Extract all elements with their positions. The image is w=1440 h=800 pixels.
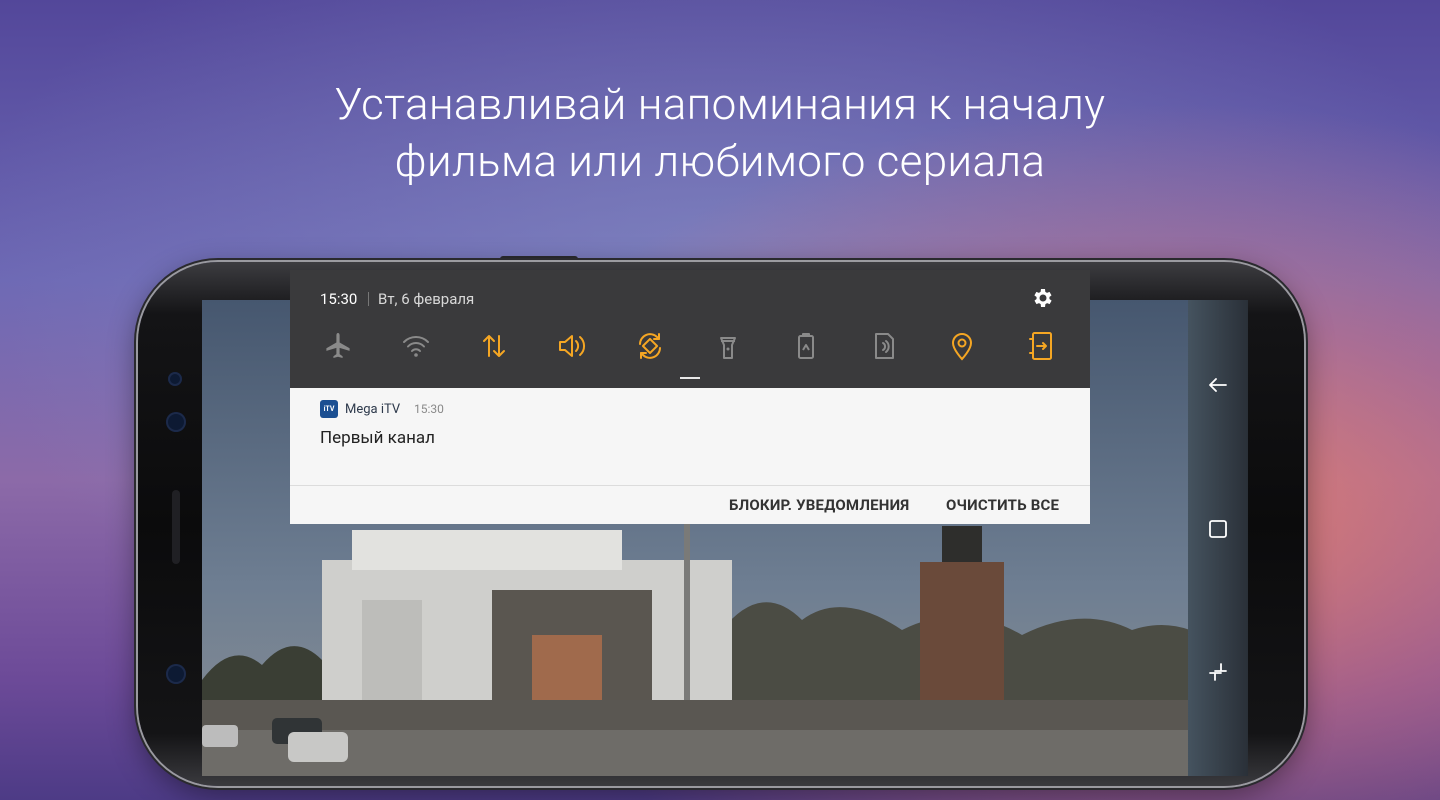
- sound-icon[interactable]: [556, 330, 588, 362]
- phone-iris-sensor: [166, 664, 186, 684]
- location-icon[interactable]: [946, 330, 978, 362]
- clear-all-button[interactable]: ОЧИСТИТЬ ВСЕ: [946, 496, 1059, 514]
- status-separator: [368, 292, 369, 306]
- promo-headline: Устанавливай напоминания к началу фильма…: [0, 76, 1440, 190]
- shade-drag-handle[interactable]: [680, 377, 700, 379]
- phone-speaker-grille: [172, 490, 180, 564]
- settings-gear-icon[interactable]: [1030, 286, 1054, 310]
- status-date: Вт, 6 февраля: [378, 290, 475, 308]
- home-nav-icon[interactable]: [1206, 517, 1230, 541]
- power-saving-icon[interactable]: [790, 330, 822, 362]
- flashlight-icon[interactable]: [712, 330, 744, 362]
- notification-shade: [290, 270, 1090, 388]
- app-icon: iTV: [320, 400, 338, 418]
- back-nav-icon[interactable]: [1206, 373, 1230, 397]
- wifi-icon[interactable]: [400, 330, 432, 362]
- headline-line-1: Устанавливай напоминания к началу: [334, 78, 1106, 130]
- recent-apps-nav-icon[interactable]: [1206, 660, 1230, 684]
- block-notifications-button[interactable]: БЛОКИР. УВЕДОМЛЕНИЯ: [729, 496, 909, 514]
- phone-front-camera: [166, 412, 186, 432]
- secure-folder-icon[interactable]: [1026, 330, 1058, 362]
- nfc-icon[interactable]: [868, 330, 900, 362]
- notification-time: 15:30: [414, 402, 444, 416]
- auto-rotate-icon[interactable]: [634, 330, 666, 362]
- mobile-data-icon[interactable]: [478, 330, 510, 362]
- notification-divider: [290, 485, 1090, 486]
- airplane-mode-icon[interactable]: [322, 330, 354, 362]
- phone-sensor: [168, 372, 182, 386]
- headline-line-2: фильма или любимого сериала: [394, 135, 1046, 187]
- notification-app-name: Mega iTV: [345, 402, 401, 417]
- status-time: 15:30: [320, 290, 358, 308]
- notification-title: Первый канал: [320, 428, 435, 448]
